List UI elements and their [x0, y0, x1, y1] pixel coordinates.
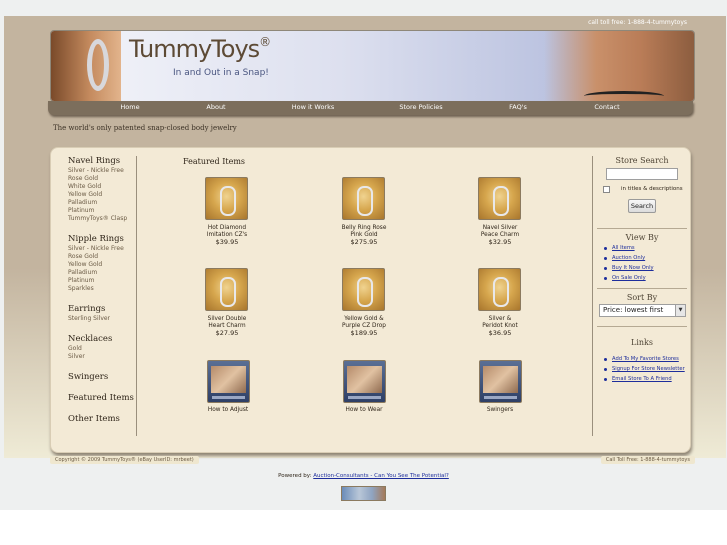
subcategory-link[interactable]: Rose Gold — [68, 175, 98, 182]
subcategory-link[interactable]: Palladium — [68, 199, 97, 206]
auction-consultants-link[interactable]: Auction-Consultants - Can You See The Po… — [313, 473, 449, 479]
product-price: $27.95 — [215, 329, 239, 337]
subcategory-link[interactable]: Sparkles — [68, 285, 94, 292]
call-toll-free-bottom: Call Toll Free: 1-888-4-tummytoys — [600, 456, 695, 464]
category-navel-rings[interactable]: Navel Rings — [68, 156, 120, 166]
store-search-title: Store Search — [615, 156, 669, 165]
subcategory-link[interactable]: Silver — [68, 353, 85, 360]
sort-by-title: Sort By — [626, 293, 658, 302]
video-thumbnail-icon[interactable] — [479, 360, 522, 403]
nav-contact[interactable]: Contact — [594, 103, 619, 111]
links-title: Links — [631, 338, 653, 347]
subcategory-link[interactable]: Platinum — [68, 277, 94, 284]
navel-ring-photo-icon[interactable] — [205, 177, 248, 220]
product-name[interactable]: Hot Diamond Imitation CZ's — [182, 225, 272, 239]
section-divider — [597, 228, 687, 229]
column-divider — [136, 156, 137, 436]
nav-home[interactable]: Home — [120, 103, 139, 111]
subcategory-link[interactable]: Yellow Gold — [68, 191, 102, 198]
sort-by-select[interactable]: Price: lowest first ▼ — [599, 304, 686, 317]
subcategory-link[interactable]: Sterling Silver — [68, 315, 110, 322]
knot-charm-photo-icon[interactable] — [478, 268, 521, 311]
powered-by: Powered by: Auction-Consultants - Can Yo… — [278, 473, 449, 479]
video-title[interactable]: How to Wear — [319, 407, 409, 414]
model-photo-icon — [544, 31, 694, 101]
subcategory-link[interactable]: Silver - Nickle Free — [68, 167, 124, 174]
search-button[interactable]: Search — [628, 199, 656, 213]
product-price: $189.95 — [350, 329, 378, 337]
subcategory-link[interactable]: Gold — [68, 345, 82, 352]
product-name[interactable]: Silver Double Heart Charm — [182, 316, 272, 330]
site-logo[interactable]: TummyToys® — [129, 35, 271, 63]
peace-charm-photo-icon[interactable] — [478, 177, 521, 220]
section-divider — [597, 326, 687, 327]
navel-ring-photo-icon — [51, 31, 121, 101]
heart-charm-photo-icon[interactable] — [205, 268, 248, 311]
navel-ring-photo-icon[interactable] — [342, 177, 385, 220]
header-banner: TummyToys® In and Out in a Snap! — [50, 30, 695, 102]
category-necklaces[interactable]: Necklaces — [68, 334, 112, 344]
subcategory-link[interactable]: Yellow Gold — [68, 261, 102, 268]
subcategory-link[interactable]: Silver - Nickle Free — [68, 245, 124, 252]
call-toll-free-top: call toll free: 1-888-4-tummytoys — [588, 19, 687, 26]
product-name[interactable]: Yellow Gold & Purple CZ Drop — [319, 316, 409, 330]
store-search-input[interactable] — [606, 168, 678, 180]
product-name[interactable]: Navel Silver Peace Charm — [455, 225, 545, 239]
category-other-items[interactable]: Other Items — [68, 414, 120, 424]
add-favorite-store-link[interactable]: Add To My Favorite Stores — [604, 356, 679, 362]
product-price: $275.95 — [350, 238, 378, 246]
video-title[interactable]: Swingers — [455, 407, 545, 414]
newsletter-signup-link[interactable]: Signup For Store Newsletter — [604, 366, 685, 372]
titles-descriptions-label: in titles & descriptions — [621, 186, 683, 192]
view-by-title: View By — [625, 233, 659, 242]
view-on-sale-link[interactable]: On Sale Only — [604, 275, 646, 281]
section-divider — [597, 288, 687, 289]
logo-tagline: In and Out in a Snap! — [173, 68, 269, 78]
auction-consultants-badge-icon[interactable] — [341, 486, 386, 501]
view-buy-it-now-link[interactable]: Buy It Now Only — [604, 265, 654, 271]
view-auction-only-link[interactable]: Auction Only — [604, 255, 645, 261]
featured-items-title: Featured Items — [183, 157, 246, 166]
copyright-text: Copyright © 2009 TummyToys® (eBay UserID… — [50, 456, 199, 464]
category-swingers[interactable]: Swingers — [68, 372, 108, 382]
footer: Copyright © 2009 TummyToys® (eBay UserID… — [50, 456, 695, 466]
nav-about[interactable]: About — [206, 103, 225, 111]
subcategory-link[interactable]: TummyToys® Clasp — [68, 215, 127, 222]
product-price: $39.95 — [215, 238, 239, 246]
video-thumbnail-icon[interactable] — [207, 360, 250, 403]
dropdown-arrow-icon: ▼ — [675, 305, 685, 316]
email-store-friend-link[interactable]: Email Store To A Friend — [604, 376, 672, 382]
subcategory-link[interactable]: Platinum — [68, 207, 94, 214]
nav-store-policies[interactable]: Store Policies — [399, 103, 442, 111]
product-name[interactable]: Silver & Peridot Knot — [455, 316, 545, 330]
view-all-items-link[interactable]: All Items — [604, 245, 635, 251]
titles-descriptions-checkbox[interactable] — [603, 186, 610, 193]
product-price: $36.95 — [488, 329, 512, 337]
main-nav: Home About How it Works Store Policies F… — [48, 101, 693, 115]
nav-faqs[interactable]: FAQ's — [509, 103, 527, 111]
category-earrings[interactable]: Earrings — [68, 304, 105, 314]
subcategory-link[interactable]: Palladium — [68, 269, 97, 276]
category-nipple-rings[interactable]: Nipple Rings — [68, 234, 124, 244]
drop-charm-photo-icon[interactable] — [342, 268, 385, 311]
column-divider — [592, 156, 593, 436]
video-title[interactable]: How to Adjust — [183, 407, 273, 414]
nav-how-it-works[interactable]: How it Works — [292, 103, 335, 111]
category-featured-items[interactable]: Featured Items — [68, 393, 134, 403]
subcategory-link[interactable]: White Gold — [68, 183, 101, 190]
video-thumbnail-icon[interactable] — [343, 360, 386, 403]
product-price: $32.95 — [488, 238, 512, 246]
product-name[interactable]: Belly Ring Rose Pink Gold — [319, 225, 409, 239]
subcategory-link[interactable]: Rose Gold — [68, 253, 98, 260]
site-slogan: The world's only patented snap-closed bo… — [53, 124, 237, 132]
